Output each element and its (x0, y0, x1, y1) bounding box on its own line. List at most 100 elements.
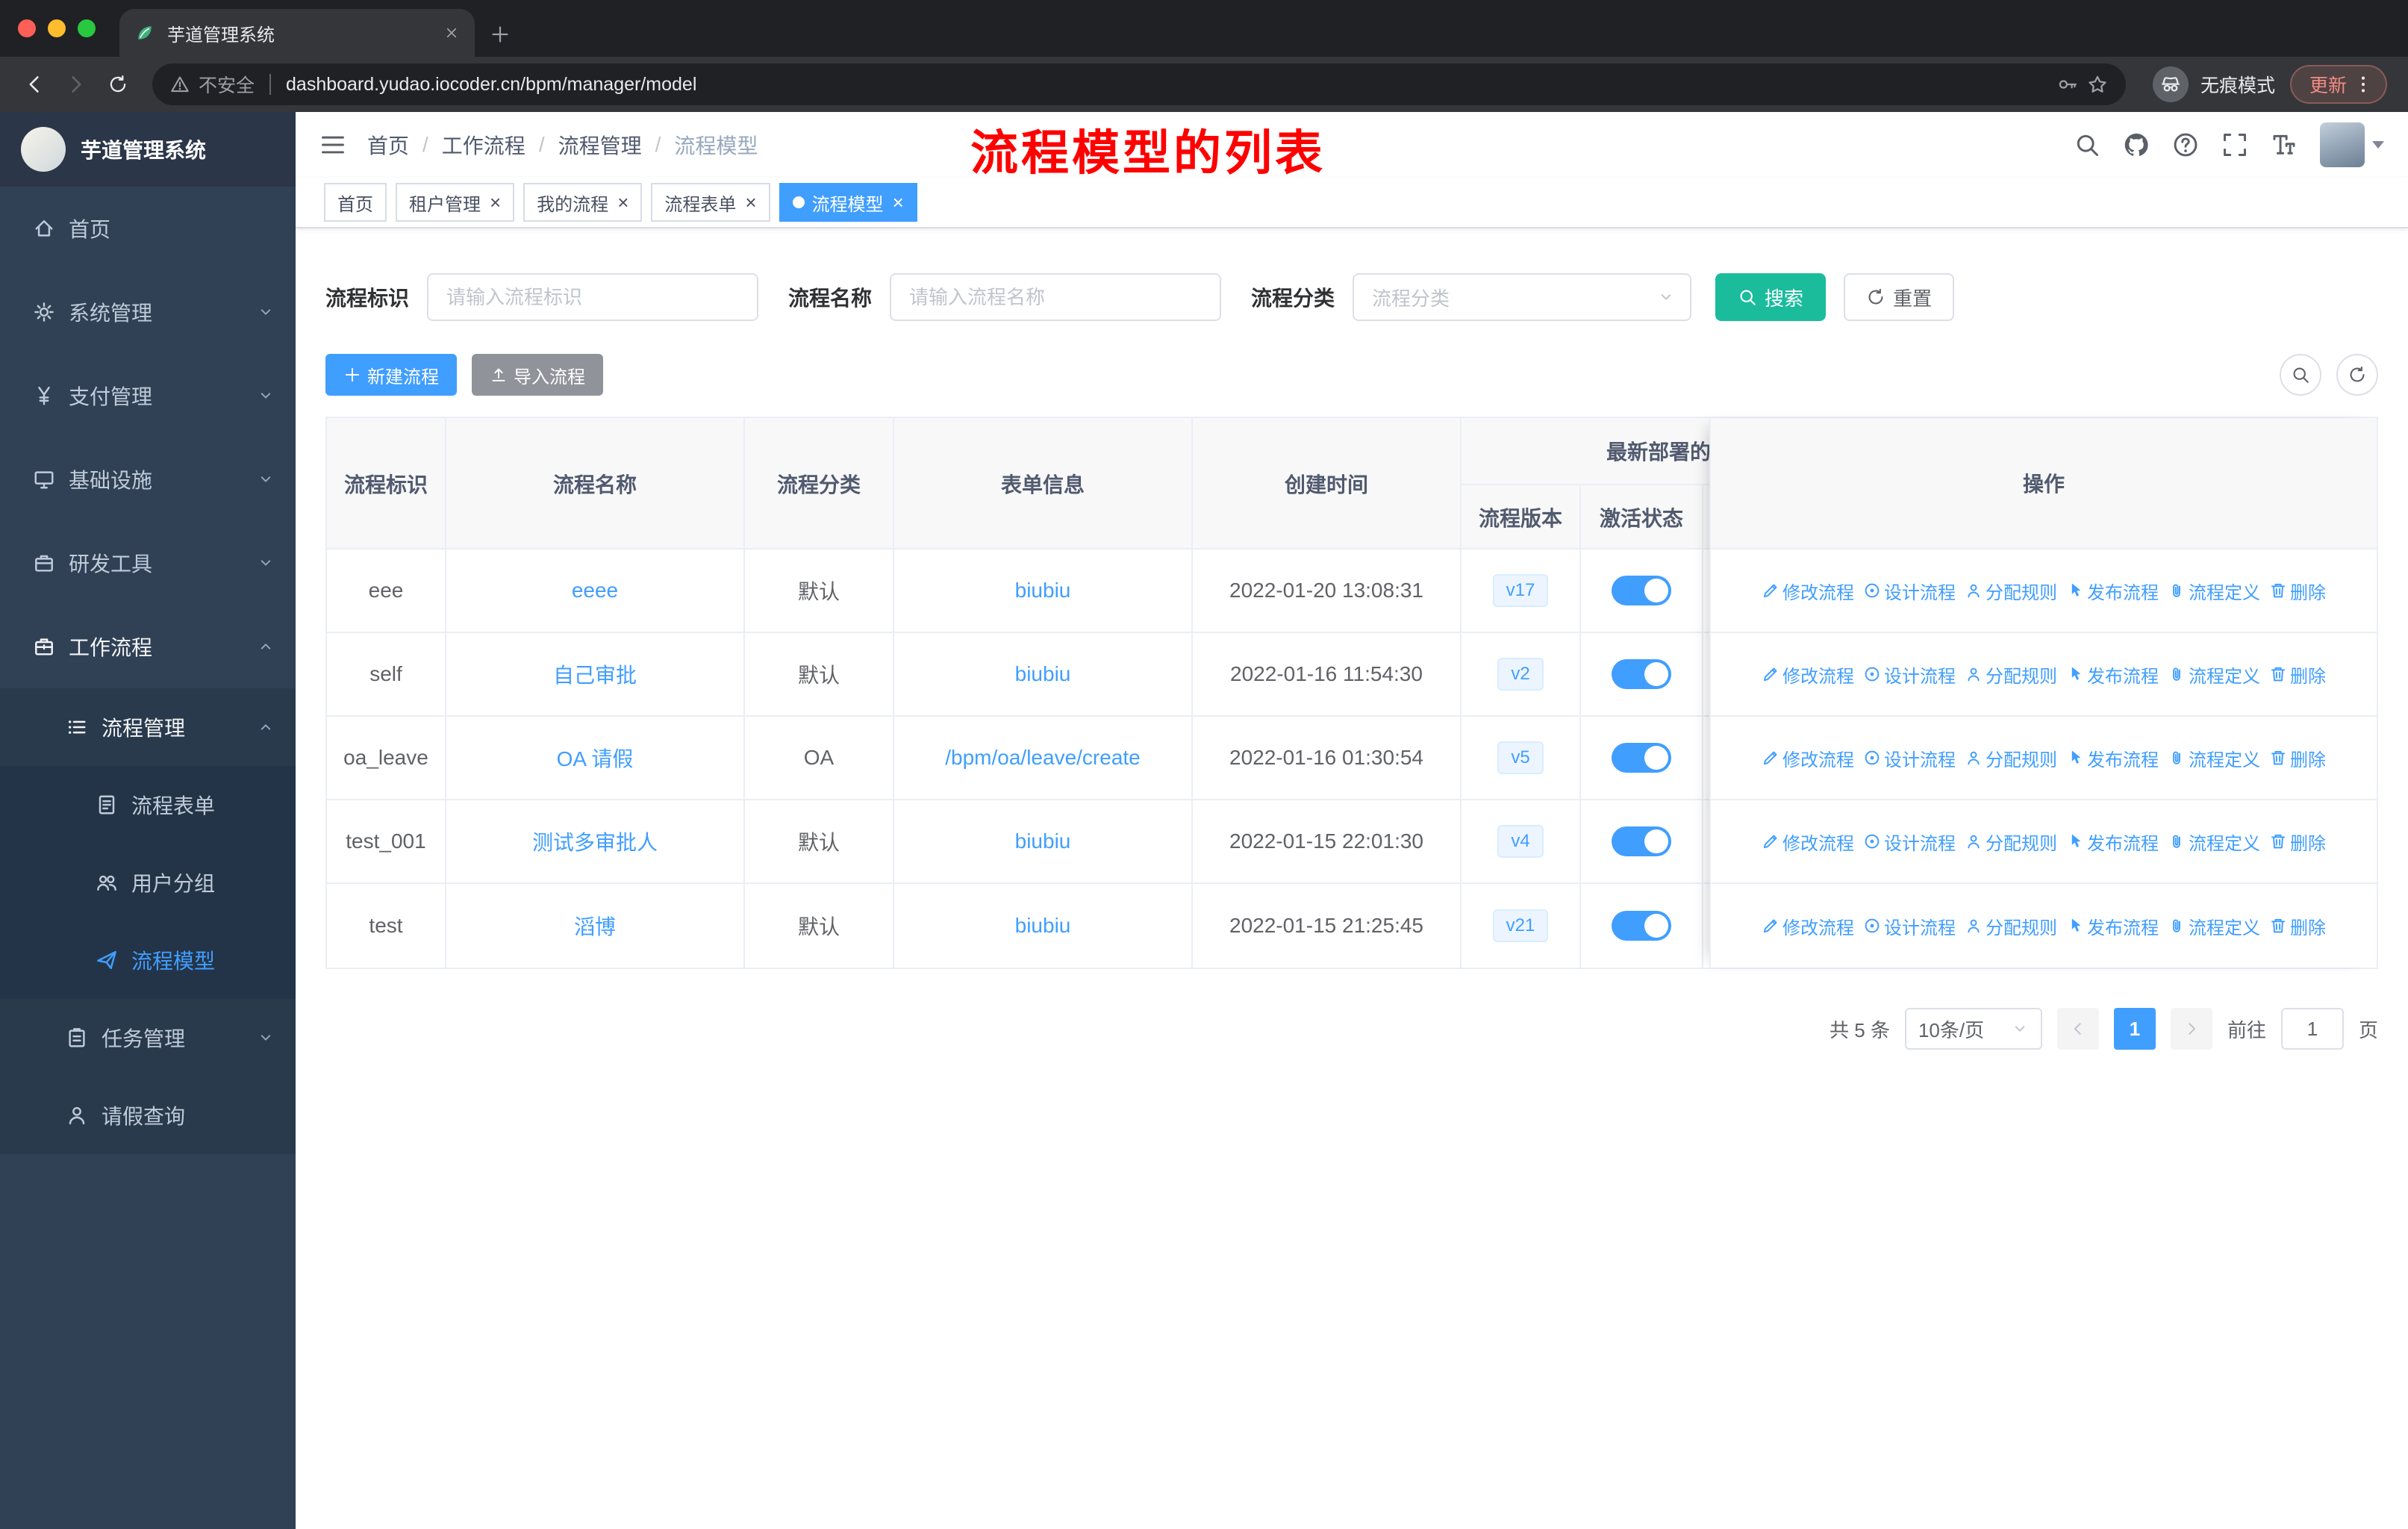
edit-action-link[interactable]: 修改流程 (1762, 578, 1854, 604)
design-action-link[interactable]: 设计流程 (1863, 829, 1956, 855)
trash-action-link[interactable]: 删除 (2269, 745, 2326, 771)
search-icon[interactable] (2074, 131, 2100, 158)
trash-action-link[interactable]: 删除 (2269, 661, 2326, 688)
next-page-button[interactable] (2170, 1008, 2212, 1050)
breadcrumb-workflow[interactable]: 工作流程 (442, 130, 525, 160)
tab-close-icon[interactable] (443, 25, 460, 41)
new-tab-button[interactable] (490, 24, 511, 45)
edit-action-link[interactable]: 修改流程 (1762, 913, 1854, 939)
create-process-button[interactable]: 新建流程 (325, 354, 457, 396)
form-info-link[interactable]: /bpm/oa/leave/create (945, 746, 1141, 770)
tags-view-tab-0[interactable]: 首页 (324, 183, 387, 222)
breadcrumb-home[interactable]: 首页 (367, 130, 409, 160)
active-toggle[interactable] (1612, 576, 1671, 605)
publish-action-link[interactable]: 发布流程 (2066, 661, 2159, 688)
close-window-button[interactable] (18, 19, 36, 37)
edit-action-link[interactable]: 修改流程 (1762, 829, 1854, 855)
form-info-link[interactable]: biubiu (1015, 579, 1071, 602)
browser-menu-icon[interactable] (2353, 74, 2374, 95)
toggle-search-button[interactable] (2280, 354, 2321, 396)
assign-action-link[interactable]: 分配规则 (1965, 745, 2057, 771)
tab-close-icon[interactable]: × (893, 193, 904, 212)
breadcrumb-process-mgmt[interactable]: 流程管理 (558, 130, 642, 160)
tags-view-tab-2[interactable]: 我的流程 × (523, 183, 643, 222)
clip-action-link[interactable]: 流程定义 (2168, 578, 2260, 604)
process-name-link[interactable]: OA 请假 (557, 743, 634, 773)
active-toggle[interactable] (1612, 743, 1671, 773)
design-action-link[interactable]: 设计流程 (1863, 578, 1956, 604)
assign-action-link[interactable]: 分配规则 (1965, 578, 2057, 604)
edit-action-link[interactable]: 修改流程 (1762, 661, 1854, 688)
zoom-window-button[interactable] (78, 19, 96, 37)
address-bar[interactable]: 不安全 dashboard.yudao.iocoder.cn/bpm/manag… (152, 63, 2126, 105)
sidebar-item-9[interactable]: 流程模型 (0, 921, 296, 999)
design-action-link[interactable]: 设计流程 (1863, 661, 1956, 688)
process-name-link[interactable]: 测试多审批人 (532, 826, 658, 856)
sidebar-item-0[interactable]: 首页 (0, 187, 296, 270)
assign-action-link[interactable]: 分配规则 (1965, 829, 2057, 855)
tags-view-tab-3[interactable]: 流程表单 × (651, 183, 770, 222)
sidebar-item-7[interactable]: 流程表单 (0, 766, 296, 844)
category-select[interactable]: 流程分类 (1353, 273, 1692, 321)
process-name-input[interactable] (890, 273, 1222, 321)
goto-page-input[interactable]: 1 (2280, 1008, 2344, 1050)
bookmark-star-icon[interactable] (2087, 74, 2108, 95)
form-info-link[interactable]: biubiu (1015, 914, 1071, 938)
assign-action-link[interactable]: 分配规则 (1965, 913, 2057, 939)
form-info-link[interactable]: biubiu (1015, 829, 1071, 853)
form-info-link[interactable]: biubiu (1015, 662, 1071, 686)
sidebar-item-11[interactable]: 请假查询 (0, 1077, 296, 1154)
assign-action-link[interactable]: 分配规则 (1965, 661, 2057, 688)
publish-action-link[interactable]: 发布流程 (2066, 745, 2159, 771)
sidebar-item-4[interactable]: 研发工具 (0, 521, 296, 605)
publish-action-link[interactable]: 发布流程 (2066, 578, 2159, 604)
github-icon[interactable] (2123, 131, 2150, 158)
reset-button[interactable]: 重置 (1844, 273, 1955, 321)
tags-view-tab-1[interactable]: 租户管理 × (396, 183, 515, 222)
trash-action-link[interactable]: 删除 (2269, 913, 2326, 939)
clip-action-link[interactable]: 流程定义 (2168, 745, 2260, 771)
font-size-icon[interactable] (2271, 131, 2298, 158)
tab-close-icon[interactable]: × (617, 193, 628, 212)
forward-button[interactable] (57, 65, 96, 104)
design-action-link[interactable]: 设计流程 (1863, 913, 1956, 939)
page-1-button[interactable]: 1 (2113, 1008, 2156, 1050)
process-name-link[interactable]: 滔博 (574, 911, 616, 941)
process-key-input[interactable] (427, 273, 759, 321)
tab-close-icon[interactable]: × (490, 193, 501, 212)
tags-view-tab-4[interactable]: 流程模型 × (779, 183, 917, 222)
sidebar-item-10[interactable]: 任务管理 (0, 999, 296, 1077)
minimize-window-button[interactable] (48, 19, 66, 37)
sidebar-item-8[interactable]: 用户分组 (0, 844, 296, 921)
publish-action-link[interactable]: 发布流程 (2066, 829, 2159, 855)
page-size-select[interactable]: 10条/页 (1904, 1008, 2042, 1050)
import-process-button[interactable]: 导入流程 (472, 354, 603, 396)
password-key-icon[interactable] (2057, 74, 2078, 95)
sidebar-item-6[interactable]: 流程管理 (0, 688, 296, 766)
hamburger-icon[interactable] (319, 131, 346, 158)
update-button[interactable]: 更新 (2289, 65, 2387, 104)
browser-tab[interactable]: 芋道管理系统 (119, 9, 475, 57)
clip-action-link[interactable]: 流程定义 (2168, 829, 2260, 855)
back-button[interactable] (15, 65, 54, 104)
design-action-link[interactable]: 设计流程 (1863, 745, 1956, 771)
refresh-table-button[interactable] (2336, 354, 2378, 396)
search-button[interactable]: 搜索 (1715, 273, 1827, 321)
sidebar-item-3[interactable]: 基础设施 (0, 437, 296, 521)
sidebar-item-5[interactable]: 工作流程 (0, 605, 296, 688)
app-logo[interactable]: 芋道管理系统 (0, 112, 296, 187)
active-toggle[interactable] (1612, 826, 1671, 856)
process-name-link[interactable]: eeee (572, 579, 618, 602)
fullscreen-icon[interactable] (2221, 131, 2248, 158)
help-icon[interactable] (2172, 131, 2199, 158)
trash-action-link[interactable]: 删除 (2269, 578, 2326, 604)
clip-action-link[interactable]: 流程定义 (2168, 661, 2260, 688)
sidebar-item-1[interactable]: 系统管理 (0, 270, 296, 354)
process-name-link[interactable]: 自己审批 (553, 659, 637, 689)
reload-button[interactable] (99, 65, 137, 104)
tab-close-icon[interactable]: × (745, 193, 756, 212)
clip-action-link[interactable]: 流程定义 (2168, 913, 2260, 939)
active-toggle[interactable] (1612, 911, 1671, 941)
edit-action-link[interactable]: 修改流程 (1762, 745, 1854, 771)
user-menu[interactable] (2320, 122, 2384, 167)
